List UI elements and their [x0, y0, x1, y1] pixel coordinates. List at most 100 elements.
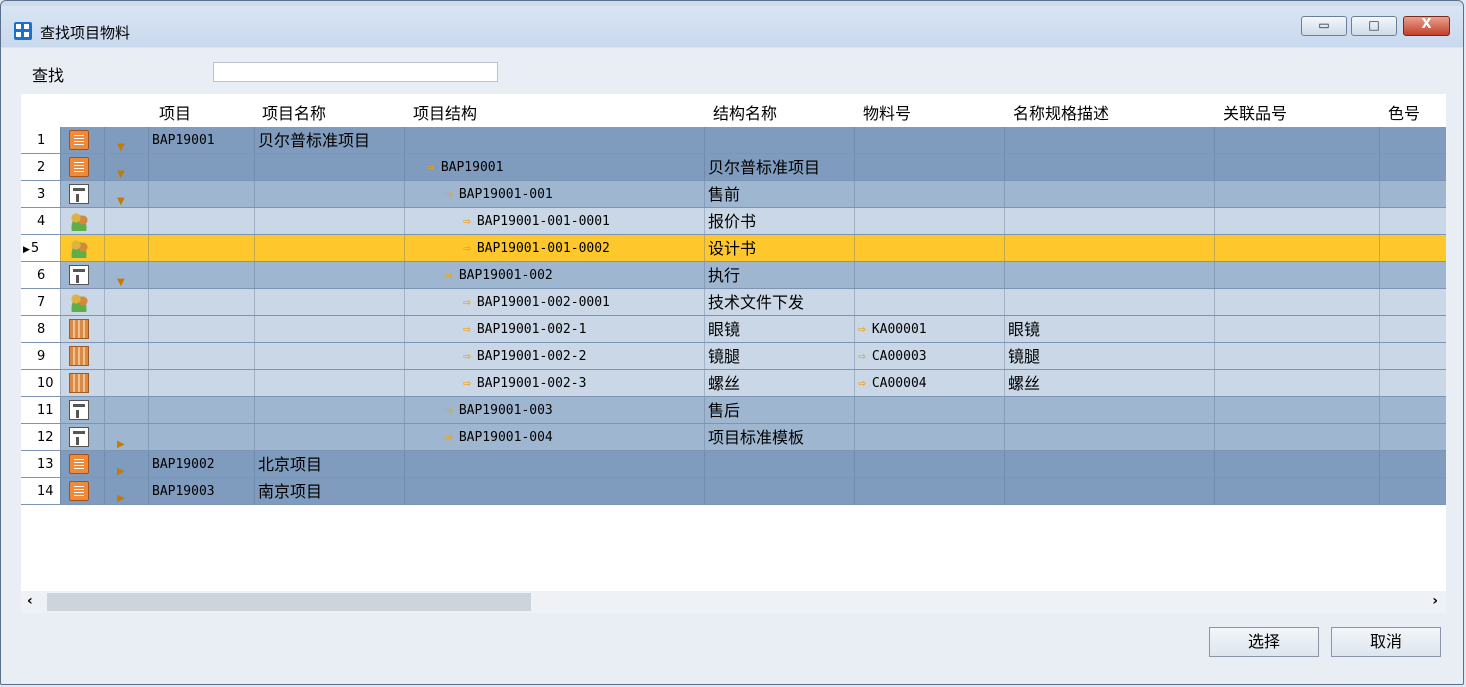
close-button[interactable]: X: [1403, 16, 1450, 36]
cell-structure-name[interactable]: [704, 127, 854, 153]
cell-description[interactable]: [1004, 235, 1214, 261]
cell-structure[interactable]: ⇨ BAP19001-002-0001: [404, 289, 704, 315]
cell-structure[interactable]: ⇨ BAP19001-001: [404, 181, 704, 207]
cell-color[interactable]: [1379, 370, 1446, 396]
cell-description[interactable]: [1004, 154, 1214, 180]
cell-material[interactable]: [854, 127, 1004, 153]
cell-structure-name[interactable]: [704, 478, 854, 504]
cell-color[interactable]: [1379, 289, 1446, 315]
cell-structure-name[interactable]: 设计书: [704, 235, 854, 261]
cell-related-part[interactable]: [1214, 316, 1379, 342]
cell-project[interactable]: [148, 208, 254, 234]
link-arrow-icon[interactable]: ⇨: [445, 187, 453, 202]
cell-project[interactable]: [148, 154, 254, 180]
column-header-description[interactable]: 名称规格描述: [1013, 100, 1109, 124]
cell-structure-name[interactable]: 贝尔普标准项目: [704, 154, 854, 180]
cell-color[interactable]: [1379, 181, 1446, 207]
column-header-material[interactable]: 物料号: [863, 100, 911, 124]
expand-cell[interactable]: ▶: [104, 424, 148, 450]
cell-project-name[interactable]: [254, 316, 404, 342]
link-arrow-icon[interactable]: ⇨: [463, 376, 471, 391]
cell-color[interactable]: [1379, 478, 1446, 504]
link-arrow-icon[interactable]: ⇨: [463, 322, 471, 337]
cell-related-part[interactable]: [1214, 343, 1379, 369]
table-row[interactable]: 2 ▼ ⇨ BAP19001 贝尔普标准项目: [21, 154, 1446, 181]
link-arrow-icon[interactable]: ⇨: [858, 376, 866, 391]
expand-cell[interactable]: [104, 235, 148, 261]
cell-related-part[interactable]: [1214, 397, 1379, 423]
cell-structure-name[interactable]: 售前: [704, 181, 854, 207]
cell-project[interactable]: [148, 370, 254, 396]
cell-material[interactable]: [854, 397, 1004, 423]
search-input[interactable]: [213, 62, 498, 82]
cell-color[interactable]: [1379, 424, 1446, 450]
table-row[interactable]: 11 ⇨ BAP19001-003 售后: [21, 397, 1446, 424]
expand-cell[interactable]: ▼: [104, 262, 148, 288]
link-arrow-icon[interactable]: ⇨: [463, 349, 471, 364]
cell-related-part[interactable]: [1214, 154, 1379, 180]
expand-cell[interactable]: ▼: [104, 127, 148, 153]
cell-description[interactable]: [1004, 262, 1214, 288]
link-arrow-icon[interactable]: ⇨: [463, 241, 471, 256]
cell-material[interactable]: [854, 208, 1004, 234]
select-button[interactable]: 选择: [1209, 627, 1319, 657]
cell-project-name[interactable]: [254, 208, 404, 234]
expand-cell[interactable]: [104, 343, 148, 369]
cell-structure-name[interactable]: 执行: [704, 262, 854, 288]
table-row[interactable]: ▶5 ⇨ BAP19001-001-0002 设计书: [21, 235, 1446, 262]
cell-description[interactable]: [1004, 397, 1214, 423]
cell-color[interactable]: [1379, 208, 1446, 234]
cell-project[interactable]: [148, 343, 254, 369]
cell-description[interactable]: 眼镜: [1004, 316, 1214, 342]
cell-project[interactable]: [148, 316, 254, 342]
cell-structure[interactable]: [404, 478, 704, 504]
cell-structure[interactable]: ⇨ BAP19001-001-0002: [404, 235, 704, 261]
column-header-related-part[interactable]: 关联品号: [1223, 100, 1287, 124]
link-arrow-icon[interactable]: ⇨: [445, 268, 453, 283]
cell-description[interactable]: [1004, 451, 1214, 477]
table-row[interactable]: 7 ⇨ BAP19001-002-0001 技术文件下发: [21, 289, 1446, 316]
cell-project[interactable]: [148, 262, 254, 288]
expand-cell[interactable]: [104, 316, 148, 342]
link-arrow-icon[interactable]: ⇨: [858, 322, 866, 337]
cell-description[interactable]: [1004, 424, 1214, 450]
cell-material[interactable]: [854, 262, 1004, 288]
cell-related-part[interactable]: [1214, 451, 1379, 477]
cell-project-name[interactable]: [254, 424, 404, 450]
cell-color[interactable]: [1379, 343, 1446, 369]
column-header-structure-name[interactable]: 结构名称: [713, 100, 777, 124]
table-row[interactable]: 14 ▶ BAP19003 南京项目: [21, 478, 1446, 505]
cell-project[interactable]: [148, 424, 254, 450]
maximize-button[interactable]: □: [1351, 16, 1397, 36]
cell-project-name[interactable]: [254, 235, 404, 261]
cell-project-name[interactable]: [254, 370, 404, 396]
cell-description[interactable]: [1004, 127, 1214, 153]
cell-description[interactable]: [1004, 478, 1214, 504]
expand-cell[interactable]: [104, 397, 148, 423]
scroll-right-icon[interactable]: ›: [1432, 593, 1438, 609]
cell-structure-name[interactable]: 眼镜: [704, 316, 854, 342]
cell-related-part[interactable]: [1214, 262, 1379, 288]
table-row[interactable]: 10 ⇨ BAP19001-002-3 螺丝 ⇨ CA00004 螺丝: [21, 370, 1446, 397]
table-row[interactable]: 13 ▶ BAP19002 北京项目: [21, 451, 1446, 478]
column-header-structure[interactable]: 项目结构: [413, 100, 477, 124]
cell-related-part[interactable]: [1214, 208, 1379, 234]
link-arrow-icon[interactable]: ⇨: [427, 160, 435, 175]
scroll-left-icon[interactable]: ‹: [27, 593, 33, 609]
cell-project[interactable]: [148, 235, 254, 261]
cell-structure-name[interactable]: 技术文件下发: [704, 289, 854, 315]
link-arrow-icon[interactable]: ⇨: [463, 214, 471, 229]
cell-description[interactable]: [1004, 208, 1214, 234]
cell-description[interactable]: 镜腿: [1004, 343, 1214, 369]
horizontal-scrollbar[interactable]: ‹ ›: [21, 591, 1446, 613]
cell-project[interactable]: [148, 181, 254, 207]
cell-color[interactable]: [1379, 127, 1446, 153]
cell-structure-name[interactable]: 螺丝: [704, 370, 854, 396]
link-arrow-icon[interactable]: ⇨: [463, 295, 471, 310]
cell-structure[interactable]: ⇨ BAP19001-002-2: [404, 343, 704, 369]
cell-related-part[interactable]: [1214, 127, 1379, 153]
cell-structure[interactable]: ⇨ BAP19001-002-1: [404, 316, 704, 342]
table-row[interactable]: 12 ▶ ⇨ BAP19001-004 项目标准模板: [21, 424, 1446, 451]
cell-structure[interactable]: ⇨ BAP19001-004: [404, 424, 704, 450]
expand-cell[interactable]: ▼: [104, 154, 148, 180]
